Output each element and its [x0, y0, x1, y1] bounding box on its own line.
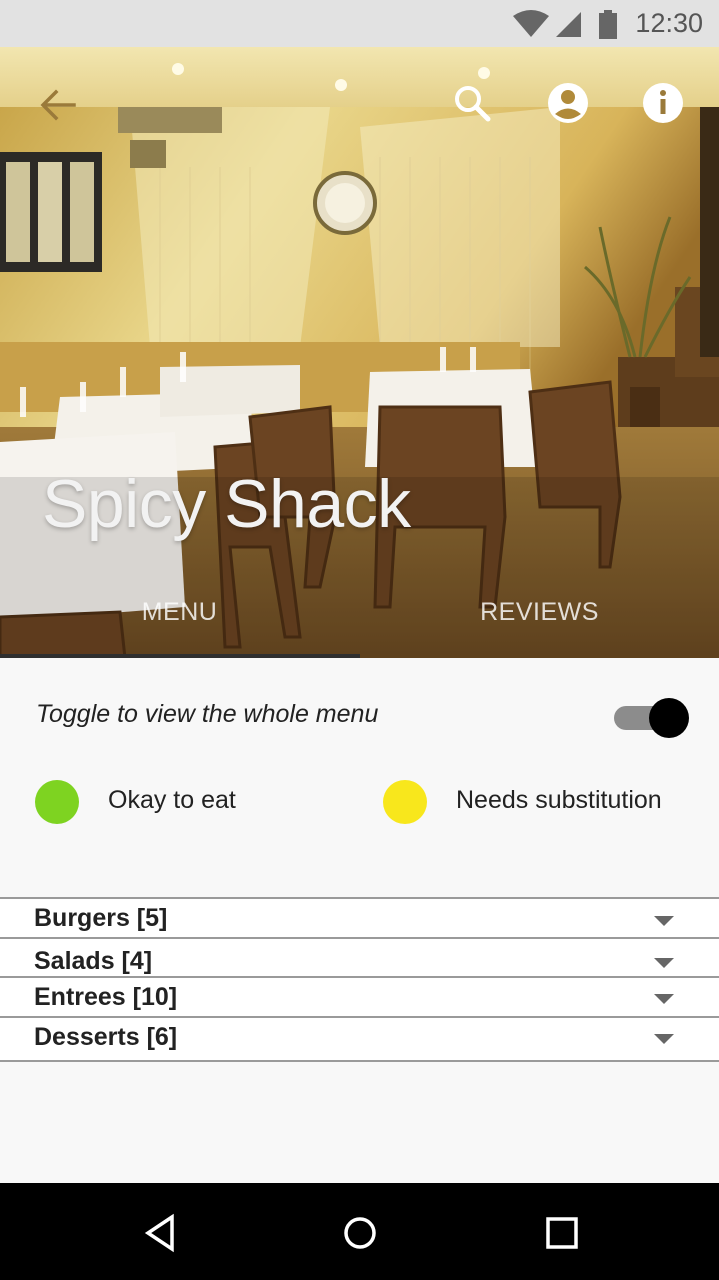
- status-time: 12:30: [635, 8, 703, 38]
- category-burgers[interactable]: Burgers [5]: [0, 897, 719, 937]
- expand-arrow-icon: [654, 958, 674, 968]
- list-divider: [0, 1060, 719, 1062]
- legend-dot-okay: [35, 780, 79, 824]
- whole-menu-switch[interactable]: [612, 698, 690, 738]
- menu-category-list: Burgers [5] Salads [4] Entrees [10] Dess…: [0, 897, 719, 1062]
- cell-signal-icon: [556, 12, 581, 37]
- category-label: Salads [4]: [34, 947, 153, 975]
- recents-square-icon[interactable]: [540, 1211, 584, 1255]
- restaurant-photo: [0, 47, 719, 658]
- category-label: Desserts [6]: [34, 1023, 178, 1051]
- wifi-icon: [513, 10, 549, 37]
- legend-label-okay: Okay to eat: [108, 786, 236, 814]
- switch-thumb: [649, 698, 689, 738]
- tab-reviews-label: REVIEWS: [480, 598, 599, 626]
- legend-label-substitution: Needs substitution: [456, 786, 662, 814]
- category-label: Entrees [10]: [34, 983, 178, 1011]
- home-circle-icon[interactable]: [338, 1211, 382, 1255]
- tab-reviews[interactable]: REVIEWS: [360, 597, 719, 657]
- search-icon[interactable]: [450, 81, 494, 125]
- back-arrow-icon[interactable]: [36, 83, 80, 127]
- tab-menu-label: MENU: [141, 598, 218, 626]
- hero-header: Spicy Shack MENU REVIEWS: [0, 47, 719, 658]
- system-nav-bar: [0, 1183, 719, 1280]
- expand-arrow-icon: [654, 1034, 674, 1044]
- info-icon[interactable]: [641, 81, 685, 125]
- battery-icon: [599, 10, 617, 39]
- category-desserts[interactable]: Desserts [6]: [0, 1016, 719, 1060]
- tab-menu[interactable]: MENU: [0, 597, 359, 657]
- expand-arrow-icon: [654, 916, 674, 926]
- status-bar: 12:30: [0, 0, 719, 47]
- expand-arrow-icon: [654, 994, 674, 1004]
- whole-menu-toggle-label: Toggle to view the whole menu: [36, 700, 379, 728]
- category-salads[interactable]: Salads [4]: [0, 937, 719, 976]
- legend-dot-substitution: [383, 780, 427, 824]
- tab-selected-indicator: [0, 654, 360, 658]
- restaurant-title: Spicy Shack: [42, 466, 411, 542]
- category-entrees[interactable]: Entrees [10]: [0, 976, 719, 1016]
- back-triangle-icon[interactable]: [138, 1211, 182, 1255]
- category-label: Burgers [5]: [34, 904, 168, 932]
- account-icon[interactable]: [546, 81, 590, 125]
